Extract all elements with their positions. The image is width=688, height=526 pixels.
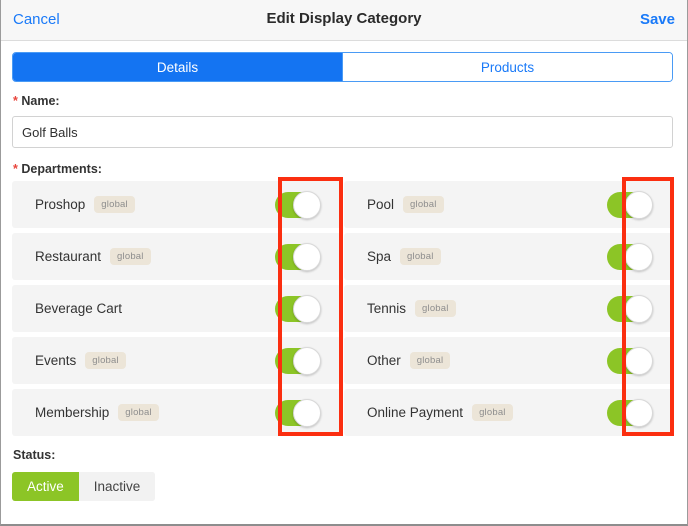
toggle-knob: [625, 242, 653, 271]
department-name: Other: [367, 353, 401, 368]
department-toggle[interactable]: [607, 242, 653, 271]
department-row[interactable]: Events global: [12, 337, 341, 384]
department-toggle[interactable]: [607, 346, 653, 375]
department-name: Spa: [367, 249, 392, 264]
departments-grid: Proshop global Pool global Restaurant gl…: [12, 181, 673, 437]
department-name: Online Payment: [367, 405, 464, 420]
department-toggle[interactable]: [275, 398, 321, 427]
global-badge: global: [415, 300, 456, 317]
department-name: Restaurant: [35, 249, 102, 264]
global-badge: global: [409, 352, 451, 369]
departments-label: * Departments:: [13, 162, 102, 176]
edit-display-category-dialog: Cancel Edit Display Category Save Detail…: [0, 0, 688, 526]
department-name: Pool: [367, 197, 395, 212]
department-toggle[interactable]: [607, 190, 653, 219]
department-name: Events: [35, 353, 77, 368]
toggle-knob: [293, 242, 321, 271]
department-row[interactable]: Proshop global: [12, 181, 341, 228]
global-badge: global: [472, 404, 513, 421]
global-badge: global: [403, 196, 444, 213]
dialog-titlebar: Cancel Edit Display Category Save: [1, 0, 687, 41]
department-toggle[interactable]: [607, 294, 653, 323]
required-asterisk-departments: *: [13, 162, 18, 176]
status-segmented-control: Active Inactive: [12, 472, 156, 501]
departments-label-text: Departments:: [21, 162, 102, 176]
department-toggle[interactable]: [275, 346, 321, 375]
name-label: * Name:: [13, 94, 60, 108]
department-name: Tennis: [367, 301, 407, 316]
toggle-knob: [625, 190, 653, 219]
name-input[interactable]: [12, 116, 673, 148]
department-row[interactable]: Tennis global: [344, 285, 673, 332]
page-title: Edit Display Category: [266, 10, 422, 27]
department-row[interactable]: Online Payment global: [344, 389, 673, 436]
status-option-inactive[interactable]: Inactive: [78, 472, 156, 501]
department-toggle[interactable]: [275, 294, 321, 323]
global-badge: global: [94, 196, 135, 213]
department-toggle[interactable]: [275, 190, 321, 219]
save-button[interactable]: Save: [640, 11, 675, 28]
department-name: Membership: [35, 405, 110, 420]
department-row[interactable]: Membership global: [12, 389, 341, 436]
department-name: Beverage Cart: [35, 301, 123, 316]
department-row[interactable]: Other global: [344, 337, 673, 384]
status-option-active[interactable]: Active: [12, 472, 79, 501]
global-badge: global: [85, 352, 126, 369]
toggle-knob: [293, 398, 321, 427]
tab-bar: Details Products: [12, 52, 673, 82]
status-label: Status:: [13, 448, 56, 462]
tab-products[interactable]: Products: [342, 53, 672, 81]
required-asterisk-name: *: [13, 94, 18, 108]
toggle-knob: [293, 346, 321, 375]
department-row[interactable]: Beverage Cart: [12, 285, 341, 332]
department-row[interactable]: Spa global: [344, 233, 673, 280]
name-label-text: Name:: [21, 94, 60, 108]
department-row[interactable]: Pool global: [344, 181, 673, 228]
toggle-knob: [293, 190, 321, 219]
department-toggle[interactable]: [607, 398, 653, 427]
department-name: Proshop: [35, 197, 86, 212]
department-toggle[interactable]: [275, 242, 321, 271]
toggle-knob: [625, 346, 653, 375]
global-badge: global: [110, 248, 151, 265]
toggle-knob: [625, 294, 653, 323]
global-badge: global: [400, 248, 441, 265]
global-badge: global: [118, 404, 159, 421]
toggle-knob: [293, 294, 321, 323]
department-row[interactable]: Restaurant global: [12, 233, 341, 280]
toggle-knob: [625, 398, 653, 427]
tab-details[interactable]: Details: [13, 53, 342, 81]
